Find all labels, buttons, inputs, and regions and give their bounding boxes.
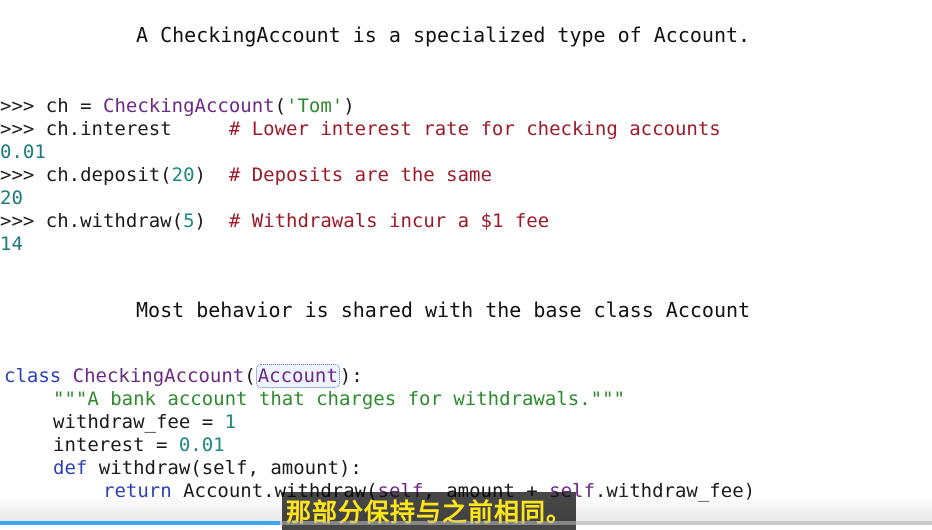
base-class-highlight: Account [255,364,340,388]
code-line-fee: withdraw_fee = 1 [53,411,236,434]
repl-prompt: >>> [0,210,35,232]
code-operator: = [190,411,225,433]
repl-code: ch.withdraw [45,210,172,232]
slide-heading-middle: Most behavior is shared with the base cl… [136,298,751,322]
repl-prompt: >>> [0,95,35,117]
repl-paren: ) [343,95,355,117]
video-progress-fill [0,521,280,525]
repl-line-4: >>> ch.withdraw(5) # Withdrawals incur a… [0,210,550,232]
repl-code: ch.interest [45,118,172,140]
repl-line-1: >>> ch = CheckingAccount('Tom') [0,95,355,118]
repl-prompt: >>> [0,118,35,140]
repl-output-1: 0.01 [0,141,46,163]
code-number: 0.01 [178,434,225,456]
keyword-def: def [53,457,88,479]
slide-heading-top: A CheckingAccount is a specialized type … [136,23,751,47]
code-line-interest: interest = 0.01 [53,434,225,457]
code-number: 1 [224,411,237,433]
repl-code: ch.deposit [45,164,161,186]
repl-var: ch [45,95,69,117]
repl-comment: # Deposits are the same [228,164,492,186]
repl-paren: ( [274,95,287,117]
code-attr-name: withdraw_fee [53,411,191,433]
repl-comment: # Lower interest rate for checking accou… [228,118,721,140]
repl-line-2: >>> ch.interest # Lower interest rate fo… [0,118,721,141]
repl-string: 'Tom' [286,95,344,117]
repl-prompt: >>> [0,164,35,186]
repl-class-name: CheckingAccount [103,95,275,117]
repl-comment: # Withdrawals incur a $1 fee [228,210,550,232]
keyword-class: class [4,365,62,387]
code-docstring: """A bank account that charges for withd… [53,388,625,410]
code-line-class: class CheckingAccount(Account): [4,364,363,388]
repl-number: 5 [183,210,195,232]
code-colon: ): [339,365,363,387]
code-line-def: def withdraw(self, amount): [53,457,362,480]
code-def-signature: withdraw(self, amount): [87,457,362,479]
repl-line-3: >>> ch.deposit(20) # Deposits are the sa… [0,164,492,186]
repl-number: 20 [171,164,195,186]
code-class-name: CheckingAccount [72,365,245,387]
code-operator: = [144,434,179,456]
repl-operator: = [68,95,103,117]
repl-output-2: 20 [0,187,23,209]
code-attr-name: interest [53,434,145,456]
repl-output-3: 14 [0,233,23,255]
